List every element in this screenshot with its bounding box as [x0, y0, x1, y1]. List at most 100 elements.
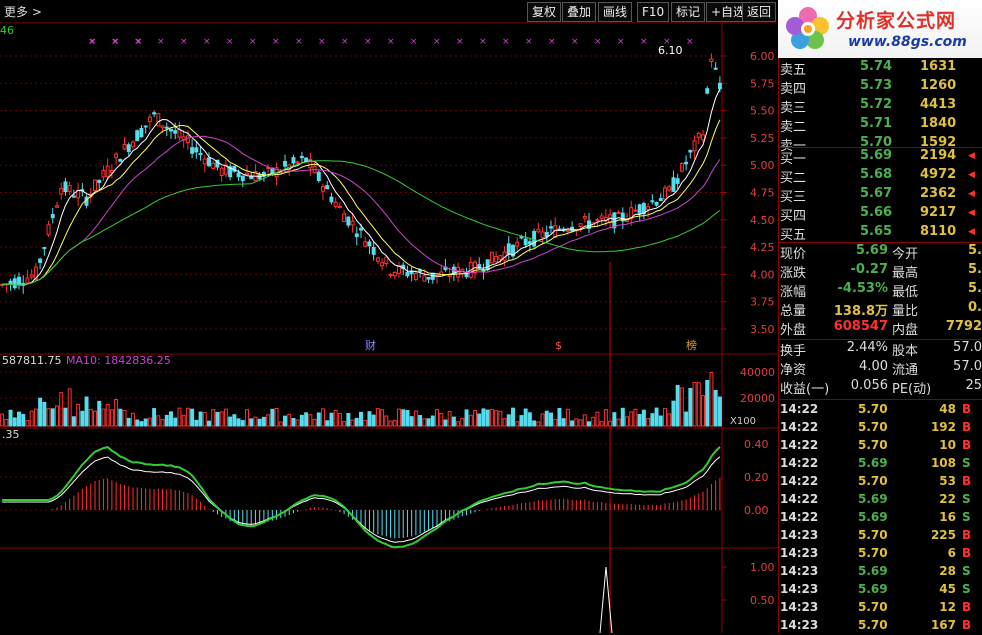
volume-bar: [502, 418, 507, 427]
level-volume: 1260: [920, 78, 957, 93]
trade-volume: 167: [930, 618, 956, 632]
indicator-tick-label: 1.00: [750, 561, 775, 574]
candle-body: [380, 262, 385, 267]
candle-body: [59, 187, 64, 195]
price-tick-label: 3.50: [750, 323, 775, 336]
candle-body: [219, 167, 224, 176]
volume-bar: [198, 411, 203, 427]
volume-bar: [249, 418, 254, 427]
trade-row: 14:22 5.70 48 B: [780, 401, 980, 419]
candle-body: [329, 196, 334, 203]
volume-bar: [363, 419, 368, 427]
candle-body: [236, 172, 241, 178]
f10-button[interactable]: F10: [637, 2, 670, 22]
volume-bar: [612, 412, 617, 427]
volume-bar: [494, 410, 499, 427]
volume-bar: [236, 418, 241, 427]
ma10-volume-label: MA10: 1842836.25: [66, 354, 171, 367]
macd-histogram: [52, 478, 721, 539]
stat-label: 涨幅: [780, 285, 807, 300]
stat-label: 总量: [780, 304, 807, 319]
stat-value: 0.: [968, 300, 982, 315]
candle-body: [612, 212, 617, 229]
finance-marker[interactable]: 财: [365, 338, 376, 352]
level-volume: 4413: [920, 97, 957, 112]
volume-bar: [126, 417, 131, 427]
candle-body: [405, 272, 410, 277]
volume-bar: [675, 384, 680, 427]
price-tick-label: 5.75: [750, 77, 775, 90]
level-label: 买二: [780, 171, 807, 186]
candle-body: [485, 259, 490, 271]
candle-body: [413, 273, 418, 281]
volume-bar: [633, 408, 638, 427]
back-button[interactable]: 返回: [742, 2, 777, 22]
volume-bar: [384, 415, 389, 427]
candle-body: [304, 157, 309, 163]
ranking-marker[interactable]: 榜: [686, 338, 697, 352]
volume-bar: [426, 418, 431, 427]
volume-bar: [93, 410, 97, 427]
candle-body: [717, 82, 722, 90]
stat-label: 量比: [892, 304, 919, 319]
volume-bar: [29, 410, 34, 427]
candle-body: [549, 226, 553, 229]
volume-bar: [253, 416, 258, 427]
volume-bar: [278, 421, 283, 427]
trade-side: B: [962, 546, 972, 560]
trade-row: 14:23 5.70 167 B: [780, 617, 980, 635]
candle-body: [367, 241, 372, 247]
trade-time: 14:22: [780, 456, 819, 470]
kline-chart[interactable]: 6.00 5.75 5.50 5.25 5.00 4.75 4.50 4.25 4.00 3.75…: [0, 22, 778, 633]
volume-bar: [477, 413, 482, 427]
candle-body: [8, 280, 13, 285]
candle-body: [663, 187, 667, 200]
trade-time: 14:23: [780, 528, 819, 542]
trade-row: 14:22 5.69 108 S: [780, 455, 980, 473]
trade-volume: 53: [939, 474, 956, 488]
volume-bar: [202, 412, 207, 427]
candle-body: [12, 278, 17, 289]
volume-bar: [169, 411, 173, 427]
candle-body: [143, 125, 148, 128]
volume-bar: [603, 409, 608, 427]
candle-body: [42, 247, 47, 250]
stat-value: 7792: [945, 319, 982, 334]
volume-bar: [641, 409, 646, 427]
candle-body: [38, 258, 43, 263]
trade-time: 14:23: [780, 618, 819, 632]
volume-bar: [515, 421, 520, 427]
signal-mark: ×: [640, 37, 648, 47]
candles: [0, 53, 722, 294]
volume-bar: [405, 409, 410, 427]
volume-bar: [160, 419, 165, 427]
trade-time: 14:22: [780, 492, 819, 506]
dollar-marker[interactable]: $: [555, 339, 562, 352]
volume-bar: [443, 419, 448, 427]
buy-row: 买一 5.69 2194 ◀: [780, 147, 980, 167]
candle-body: [29, 274, 34, 278]
dif-line: [2, 446, 721, 549]
overlay-button[interactable]: 叠加: [562, 2, 597, 22]
volume-bar: [147, 417, 152, 427]
draw-line-button[interactable]: 画线: [598, 2, 633, 22]
price-tick-label: 3.75: [750, 296, 775, 309]
volume-bar: [468, 414, 473, 427]
macd-tick-label: 0.40: [744, 438, 769, 451]
volume-bar: [228, 416, 233, 427]
volume-bar: [270, 408, 275, 427]
mark-button[interactable]: 标记: [671, 2, 706, 22]
stat-value: -0.27: [850, 262, 888, 277]
volume-bar: [570, 420, 575, 427]
trade-volume: 48: [939, 402, 956, 416]
candle-body: [658, 198, 663, 202]
arrow-icon: ◀: [968, 189, 975, 199]
restore-rights-button[interactable]: 复权: [527, 2, 562, 22]
candle-body: [97, 179, 102, 183]
candle-body: [422, 275, 427, 282]
volume-bar: [557, 408, 562, 427]
stat-label: 流通: [892, 363, 919, 378]
volume-bar: [519, 415, 524, 427]
price-tick-label: 5.50: [750, 105, 775, 118]
more-menu[interactable]: 更多 >: [4, 3, 42, 20]
